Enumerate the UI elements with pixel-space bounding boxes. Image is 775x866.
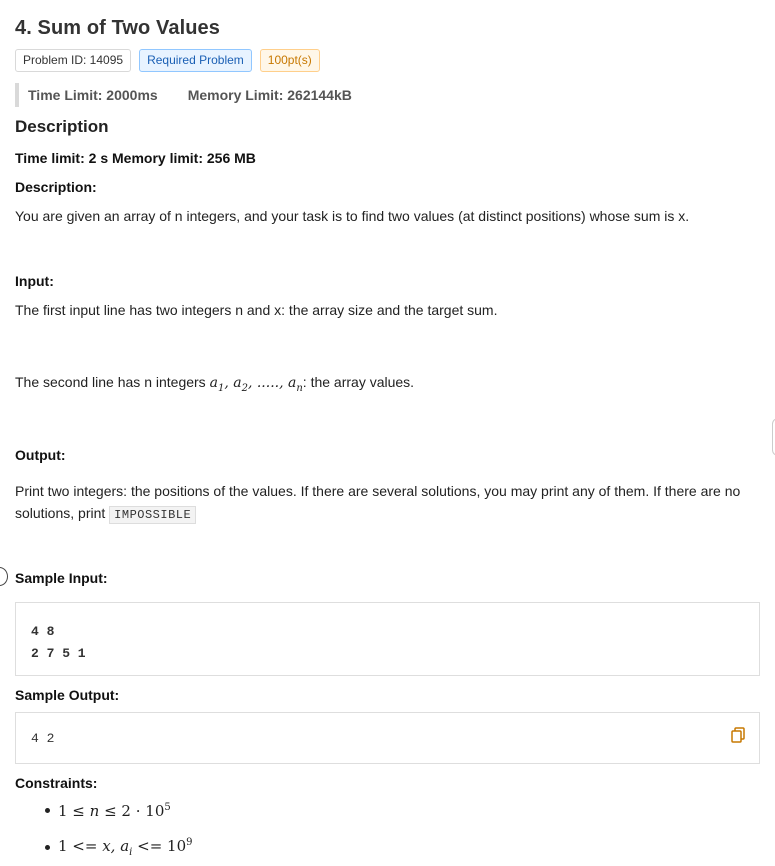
description-text: You are given an array of n integers, an… — [15, 208, 690, 224]
constraint-x: 1 <= x, ai <= 109 — [58, 837, 193, 858]
constraints-list: 1 ≤ n ≤ 2 · 105 1 <= x, ai <= 109 — [15, 792, 193, 866]
input-text-2: The second line has n integers a1, a2, .… — [15, 371, 760, 400]
memory-limit: Memory Limit: 262144kB — [187, 87, 352, 103]
problem-title: 4. Sum of Two Values — [15, 17, 221, 39]
side-collapse-handle[interactable] — [0, 567, 8, 586]
sample-output-box[interactable]: 4 2 — [15, 712, 760, 764]
sample-input-line-2: 2 7 5 1 — [31, 646, 86, 661]
points-tag: 100pt(s) — [259, 49, 320, 72]
constraint-item: 1 <= x, ai <= 109 — [15, 829, 193, 866]
input-text-2-suffix: : the array values. — [302, 374, 415, 390]
description-label: Description: — [15, 179, 97, 195]
array-math: a1, a2, ....., an — [209, 375, 303, 394]
problem-tags: Problem ID: 14095 Required Problem 100pt… — [15, 49, 320, 72]
output-label: Output: — [15, 447, 66, 463]
time-limit: Time Limit: 2000ms — [28, 87, 158, 103]
sample-output-line-1: 4 2 — [31, 731, 55, 746]
sample-input-label: Sample Input: — [15, 570, 108, 586]
bullet-icon — [45, 808, 50, 813]
description-heading: Description — [15, 117, 109, 136]
sample-output-label: Sample Output: — [15, 687, 120, 703]
constraint-item: 1 ≤ n ≤ 2 · 105 — [15, 792, 193, 829]
input-text-1: The first input line has two integers n … — [15, 302, 498, 318]
input-text-2-prefix: The second line has n integers — [15, 374, 210, 390]
required-problem-tag: Required Problem — [139, 49, 252, 72]
limits-bar: Time Limit: 2000ms Memory Limit: 262144k… — [15, 83, 352, 107]
limits-line: Time limit: 2 s Memory limit: 256 MB — [15, 150, 256, 166]
impossible-code: IMPOSSIBLE — [109, 506, 197, 524]
problem-id-tag: Problem ID: 14095 — [15, 49, 132, 72]
constraints-label: Constraints: — [15, 775, 98, 791]
output-text: Print two integers: the positions of the… — [15, 480, 760, 526]
sample-input-line-1: 4 8 — [31, 624, 55, 639]
input-label: Input: — [15, 273, 54, 289]
constraint-n: 1 ≤ n ≤ 2 · 105 — [58, 801, 171, 820]
bullet-icon — [45, 845, 50, 850]
sample-input-box[interactable]: 4 8 2 7 5 1 — [15, 602, 760, 676]
copy-icon[interactable] — [731, 727, 745, 743]
